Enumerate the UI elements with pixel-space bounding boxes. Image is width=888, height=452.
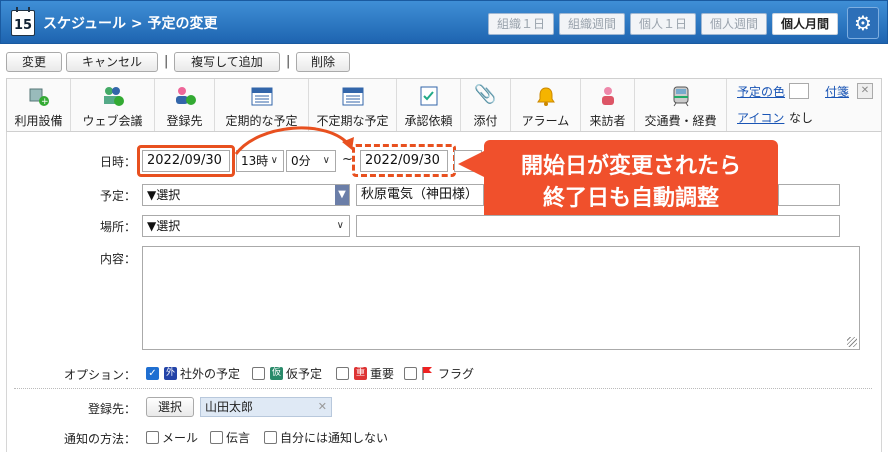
train-icon	[635, 85, 726, 112]
divider	[14, 388, 872, 389]
resize-handle-icon[interactable]	[847, 337, 857, 347]
subject-input-tail[interactable]	[778, 184, 840, 206]
title-bar: 15 スケジュール > 予定の変更 組織１日 組織週間 個人１日 個人週間 個人…	[0, 0, 888, 44]
svg-text:+: +	[41, 97, 49, 107]
notify-mail-checkbox[interactable]	[146, 431, 159, 444]
icon-link[interactable]: アイコン	[737, 109, 784, 126]
visitor-icon	[581, 85, 634, 112]
option-tentative-checkbox[interactable]	[252, 367, 265, 380]
callout-box: 開始日が変更されたら 終了日も自動調整	[484, 140, 778, 226]
tool-alarm[interactable]: アラーム	[511, 79, 581, 131]
tool-approval[interactable]: 承認依頼	[397, 79, 461, 131]
view-org-day-button[interactable]: 組織１日	[488, 13, 554, 35]
chevron-down-icon: ∨	[336, 220, 344, 231]
subject-label: 予定：	[99, 189, 136, 203]
paperclip-icon: 📎	[474, 84, 497, 105]
facility-add-icon: +	[7, 85, 70, 112]
tentative-badge-icon: 仮	[270, 367, 283, 380]
action-separator: |	[164, 54, 169, 69]
callout-tail	[458, 150, 486, 178]
subject-select[interactable]: ▼選択 ▼	[142, 184, 350, 206]
page-title: スケジュール > 予定の変更	[43, 16, 218, 32]
option-flag-label: フラグ	[438, 367, 475, 381]
notify-self-checkbox[interactable]	[264, 431, 277, 444]
registrant-label: 登録先：	[87, 402, 136, 416]
tool-attach[interactable]: 📎 添付	[461, 79, 511, 131]
flag-icon	[422, 367, 432, 380]
select-button[interactable]: 選択	[146, 397, 194, 417]
view-personal-day-button[interactable]: 個人１日	[630, 13, 696, 35]
tool-transport[interactable]: 交通費・経費	[635, 79, 727, 131]
option-tentative-label: 仮予定	[286, 367, 323, 381]
user-add-icon	[155, 85, 214, 112]
option-important-checkbox[interactable]	[336, 367, 349, 380]
chevron-down-icon: ▼	[335, 185, 349, 205]
place-label: 場所：	[99, 220, 136, 234]
color-swatch[interactable]	[789, 83, 809, 99]
arrow-icon	[234, 126, 354, 155]
option-flag-checkbox[interactable]	[404, 367, 417, 380]
option-important-label: 重要	[370, 367, 395, 381]
important-badge-icon: 重	[354, 367, 367, 380]
notify-message-label: 伝言	[226, 431, 251, 445]
callout-line1: 開始日が変更されたら	[520, 154, 741, 179]
subject-input[interactable]: 秋原電気（神田様）	[356, 184, 484, 206]
change-button[interactable]: 変更	[6, 52, 62, 72]
color-link[interactable]: 予定の色	[737, 83, 785, 100]
options-label: オプション：	[63, 368, 136, 382]
calendar-icon: 15	[11, 7, 35, 36]
delete-button[interactable]: 削除	[296, 52, 350, 72]
external-badge-icon: 外	[164, 367, 177, 380]
gear-icon[interactable]: ⚙	[847, 7, 879, 39]
content-label: 内容：	[99, 252, 136, 266]
view-personal-month-button[interactable]: 個人月間	[772, 13, 838, 35]
sticky-link[interactable]: 付箋	[825, 83, 849, 100]
tool-registrant[interactable]: 登録先	[155, 79, 215, 131]
web-meeting-icon	[71, 85, 154, 112]
option-external-checkbox[interactable]: ✓	[146, 367, 159, 380]
registrant-chip[interactable]: 山田太郎 ✕	[200, 397, 332, 417]
calendar-icon	[309, 85, 396, 112]
view-org-week-button[interactable]: 組織週間	[559, 13, 625, 35]
close-icon[interactable]: ✕	[318, 398, 327, 416]
content-textarea[interactable]	[142, 246, 860, 350]
notify-label: 通知の方法：	[63, 432, 136, 446]
datetime-label: 日時：	[99, 155, 136, 169]
bell-icon	[511, 85, 580, 112]
calendar-day: 15	[13, 18, 33, 33]
cancel-button[interactable]: キャンセル	[66, 52, 158, 72]
notify-self-label: 自分には通知しない	[280, 431, 389, 445]
copy-add-button[interactable]: 複写して追加	[174, 52, 280, 72]
tool-web-meeting[interactable]: ウェブ会議	[71, 79, 155, 131]
calendar-icon	[215, 85, 308, 112]
tool-facility[interactable]: + 利用設備	[7, 79, 71, 131]
close-icon[interactable]: ✕	[857, 83, 873, 99]
option-external-label: 社外の予定	[180, 367, 241, 381]
start-date-highlight	[137, 145, 235, 177]
icon-value: なし	[789, 111, 814, 125]
tool-visitor[interactable]: 来訪者	[581, 79, 635, 131]
place-input[interactable]	[356, 215, 840, 237]
notify-mail-label: メール	[162, 431, 199, 445]
view-personal-week-button[interactable]: 個人週間	[701, 13, 767, 35]
callout-line2: 終了日も自動調整	[542, 186, 719, 211]
action-separator: |	[286, 54, 291, 69]
notify-message-checkbox[interactable]	[210, 431, 223, 444]
tool-extra-panel: 予定の色 付箋 ✕ アイコン なし	[733, 79, 881, 131]
approval-icon	[397, 85, 460, 112]
place-select[interactable]: ▼選択 ∨	[142, 215, 350, 237]
toolbar: + 利用設備 ウェブ会議 登録先 定期的な予定 不定期な予定 承認依頼 📎 添付…	[6, 78, 882, 132]
